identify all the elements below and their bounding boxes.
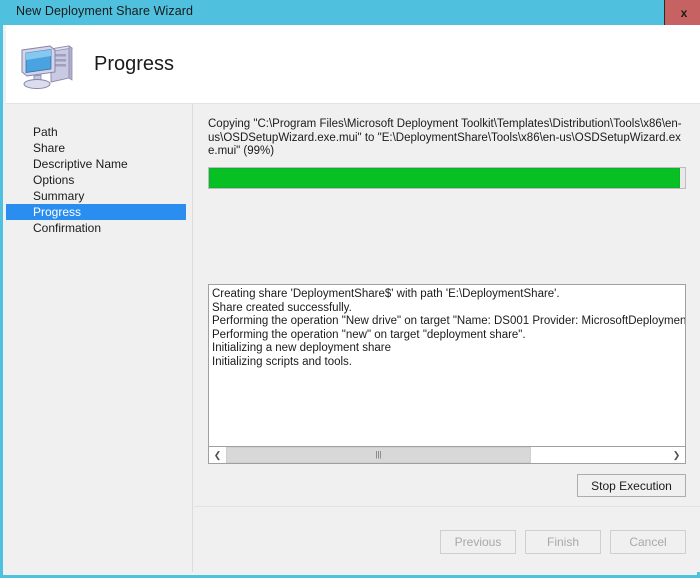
log-line: Performing the operation "new" on target… <box>212 328 526 341</box>
sidebar-item-descriptive-name[interactable]: Descriptive Name <box>6 156 192 172</box>
computer-icon <box>17 41 79 91</box>
finish-button[interactable]: Finish <box>525 530 601 554</box>
sidebar-item-path[interactable]: Path <box>6 124 192 140</box>
progress-bar <box>208 167 686 189</box>
sidebar-item-summary[interactable]: Summary <box>6 188 192 204</box>
previous-button[interactable]: Previous <box>440 530 516 554</box>
wizard-footer: Previous Finish Cancel <box>194 506 700 572</box>
progress-bar-fill <box>209 168 681 188</box>
step-list: Path Share Descriptive Name Options Summ… <box>6 124 192 236</box>
log-output-box[interactable]: Creating share 'DeploymentShare$' with p… <box>208 284 686 447</box>
scrollbar-track[interactable]: ||| <box>226 447 668 463</box>
window-title: New Deployment Share Wizard <box>16 4 194 18</box>
chevron-right-icon[interactable]: ❯ <box>668 447 685 463</box>
scrollbar-thumb[interactable]: ||| <box>226 447 531 463</box>
close-button[interactable]: x <box>664 0 700 25</box>
log-line: Initializing a new deployment share <box>212 342 391 354</box>
wizard-step-sidebar: Path Share Descriptive Name Options Summ… <box>6 104 193 572</box>
log-line: Creating share 'DeploymentShare$' with p… <box>212 288 560 300</box>
sidebar-item-progress[interactable]: Progress <box>6 204 186 220</box>
wizard-window: New Deployment Share Wizard x Progress P… <box>0 0 700 578</box>
log-line: Initializing scripts and tools. <box>212 355 352 368</box>
scrollbar-grip: ||| <box>375 450 382 459</box>
stop-execution-button[interactable]: Stop Execution <box>577 474 686 497</box>
title-bar: New Deployment Share Wizard x <box>3 0 700 25</box>
log-line: Share created successfully. <box>212 301 352 314</box>
page-title: Progress <box>94 53 175 75</box>
log-line: Performing the operation "New drive" on … <box>212 315 685 327</box>
log-horizontal-scrollbar[interactable]: ❮ ||| ❯ <box>208 447 686 464</box>
cancel-button[interactable]: Cancel <box>610 530 686 554</box>
wizard-body: Path Share Descriptive Name Options Summ… <box>6 104 700 572</box>
copy-status-text: Copying "C:\Program Files\Microsoft Depl… <box>208 118 682 157</box>
chevron-left-icon[interactable]: ❮ <box>209 447 226 463</box>
wizard-header: Progress <box>6 25 700 104</box>
sidebar-item-options[interactable]: Options <box>6 172 192 188</box>
footer-button-group: Previous Finish Cancel <box>440 530 686 554</box>
log-line-list: Creating share 'DeploymentShare$' with p… <box>209 285 685 369</box>
progress-content: Copying "C:\Program Files\Microsoft Depl… <box>194 104 700 572</box>
sidebar-item-share[interactable]: Share <box>6 140 192 156</box>
sidebar-item-confirmation[interactable]: Confirmation <box>6 220 192 236</box>
